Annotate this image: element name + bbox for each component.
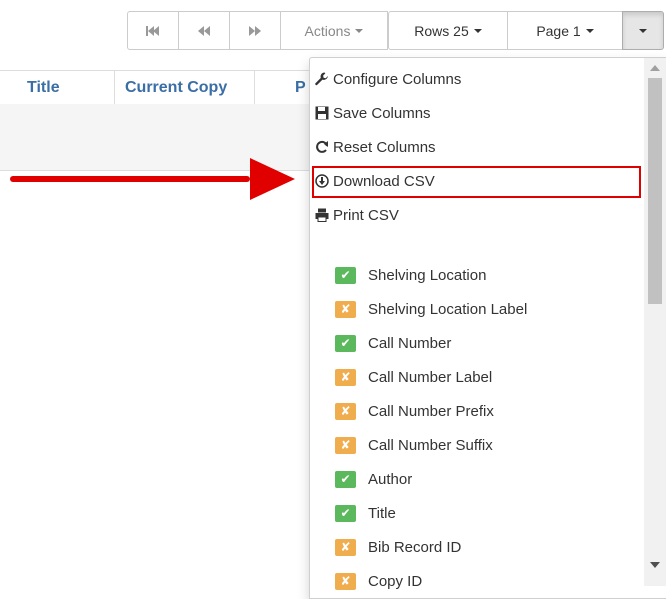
x-icon: ✘ <box>335 572 356 590</box>
grid-actions-menu: Configure Columns Save Columns Reset Col… <box>309 57 666 599</box>
x-icon: ✘ <box>335 368 356 386</box>
previous-page-icon <box>198 25 210 36</box>
next-page-icon <box>249 25 261 36</box>
annotation-arrow <box>10 158 295 200</box>
refresh-icon <box>314 140 330 154</box>
actions-label: Actions <box>304 22 351 39</box>
x-icon: ✘ <box>335 436 356 454</box>
previous-page-button[interactable] <box>178 11 230 50</box>
caret-down-icon <box>585 28 594 33</box>
check-icon: ✔ <box>335 470 356 488</box>
print-icon <box>314 208 330 222</box>
save-icon <box>314 106 330 120</box>
column-menu-toggle[interactable] <box>622 11 664 50</box>
grid-header: Title Current Copy P <box>0 70 330 106</box>
menu-item-save-columns[interactable]: Save Columns <box>314 98 431 128</box>
column-toggle-call-number-suffix[interactable]: ✘ Call Number Suffix <box>335 430 493 460</box>
rows-label: Rows 25 <box>414 22 469 39</box>
menu-item-configure-columns[interactable]: Configure Columns <box>314 64 461 94</box>
first-page-icon <box>146 25 159 36</box>
column-toggle-author[interactable]: ✔ Author <box>335 464 412 494</box>
column-toggle-call-number[interactable]: ✔ Call Number <box>335 328 451 358</box>
next-page-button[interactable] <box>229 11 281 50</box>
page-select-button[interactable]: Page 1 <box>507 11 623 50</box>
rows-per-page-button[interactable]: Rows 25 <box>388 11 508 50</box>
column-toggle-shelving-location[interactable]: ✔ Shelving Location <box>335 260 486 290</box>
annotation-highlight-box <box>312 166 641 198</box>
x-icon: ✘ <box>335 538 356 556</box>
column-toggle-bib-record-id[interactable]: ✘ Bib Record ID <box>335 532 461 562</box>
x-icon: ✘ <box>335 300 356 318</box>
column-header-title[interactable]: Title <box>0 71 115 105</box>
menu-item-reset-columns[interactable]: Reset Columns <box>314 132 436 162</box>
column-header-current-copy[interactable]: Current Copy <box>115 71 255 105</box>
check-icon: ✔ <box>335 334 356 352</box>
scroll-down-arrow-icon[interactable] <box>644 555 666 575</box>
menu-item-print-csv[interactable]: Print CSV <box>314 200 399 230</box>
column-toggle-copy-id[interactable]: ✘ Copy ID <box>335 566 422 596</box>
page-label: Page 1 <box>536 22 581 39</box>
caret-down-icon <box>473 28 482 33</box>
scrollbar-thumb[interactable] <box>648 78 662 304</box>
column-toggle-shelving-location-label[interactable]: ✘ Shelving Location Label <box>335 294 527 324</box>
actions-dropdown-button[interactable]: Actions <box>280 11 388 50</box>
wrench-icon <box>314 72 330 86</box>
column-toggle-title[interactable]: ✔ Title <box>335 498 396 528</box>
caret-down-icon <box>355 28 364 33</box>
check-icon: ✔ <box>335 504 356 522</box>
column-toggle-call-number-prefix[interactable]: ✘ Call Number Prefix <box>335 396 494 426</box>
menu-scrollbar[interactable] <box>644 58 666 586</box>
caret-down-icon <box>639 28 647 33</box>
check-icon: ✔ <box>335 266 356 284</box>
scroll-up-arrow-icon[interactable] <box>644 58 666 78</box>
grid-toolbar: Actions Rows 25 Page 1 <box>127 11 664 50</box>
first-page-button[interactable] <box>127 11 179 50</box>
column-toggle-call-number-label[interactable]: ✘ Call Number Label <box>335 362 492 392</box>
x-icon: ✘ <box>335 402 356 420</box>
